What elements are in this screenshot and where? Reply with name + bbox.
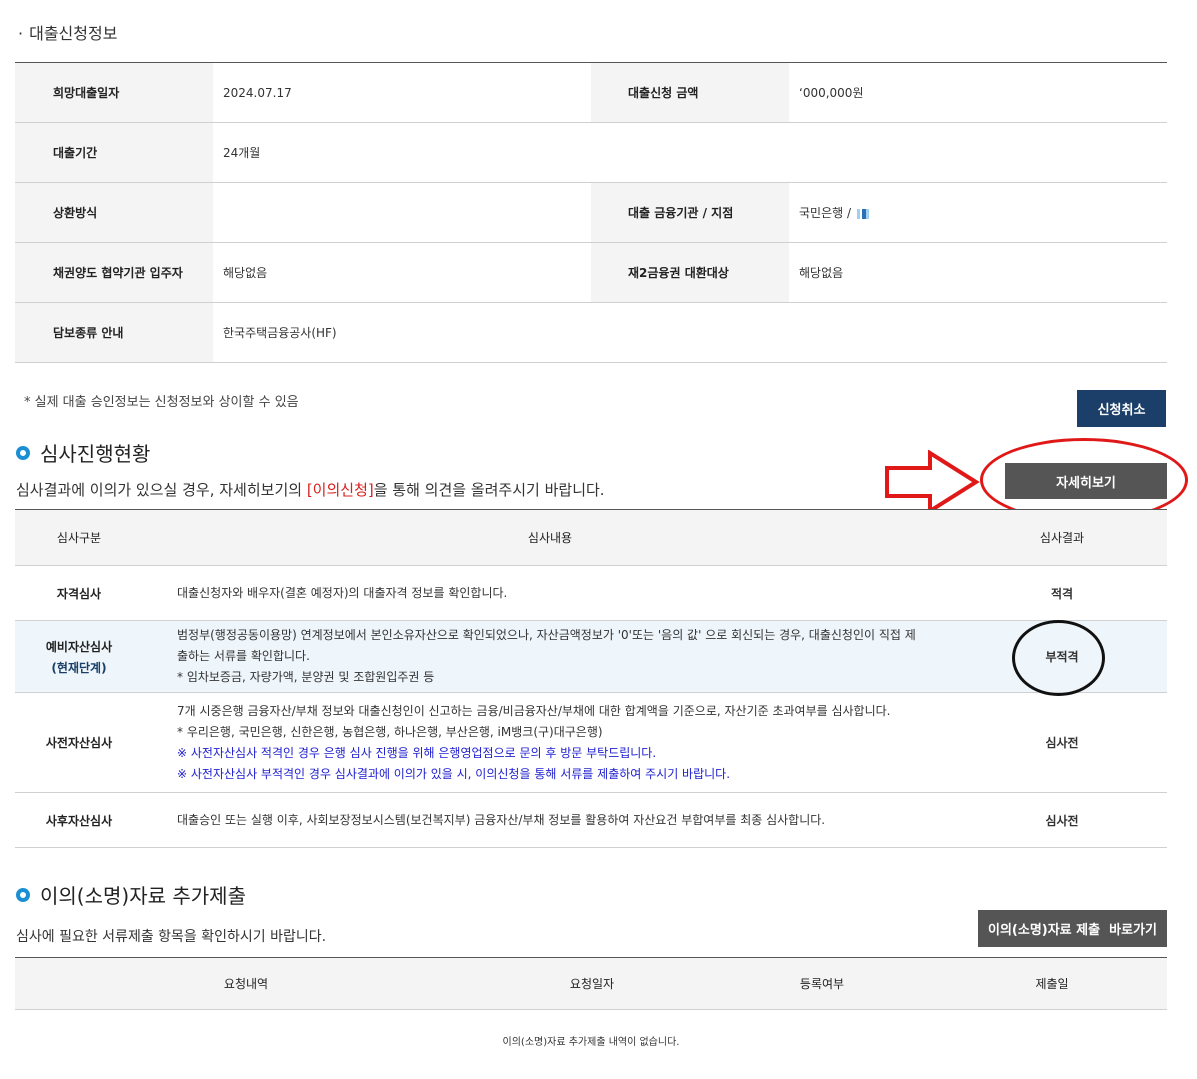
- review-description: 심사결과에 이의가 있으실 경우, 자세히보기의 [이의신청]을 통해 의견을 …: [16, 481, 605, 499]
- info-label: [591, 302, 789, 363]
- review-content-line: * 우리은행, 국민은행, 신한은행, 농협은행, 하나은행, 부산은행, iM…: [177, 724, 603, 739]
- info-label: [591, 122, 789, 183]
- info-value: 국민은행 /: [789, 182, 1167, 243]
- info-value: 24개월: [213, 122, 591, 183]
- review-category-label: 예비자산심사: [45, 639, 113, 654]
- info-row: 상환방식 대출 금융기관 / 지점 국민은행 /: [15, 182, 1167, 243]
- review-notice-line: ※ 사전자산심사 적격인 경우 은행 심사 진행을 위해 은행영업점으로 문의 …: [177, 745, 657, 760]
- header-request-date: 요청일자: [477, 957, 707, 1010]
- review-content-line: 범정부(행정공동이용망) 연계정보에서 본인소유자산으로 확인되었으나, 자산금…: [177, 628, 916, 642]
- review-row: 예비자산심사 (현재단계) 범정부(행정공동이용망) 연계정보에서 본인소유자산으로…: [15, 620, 1167, 693]
- info-label: 담보종류 안내: [15, 302, 213, 363]
- info-value: [213, 182, 591, 243]
- info-row: 담보종류 안내 한국주택금융공사(HF): [15, 302, 1167, 363]
- review-content: 7개 시중은행 금융자산/부채 정보와 대출신청인이 신고하는 금융/비금융자산…: [143, 692, 957, 793]
- review-content-line: 대출신청자와 배우자(결혼 예정자)의 대출자격 정보를 확인합니다.: [177, 585, 508, 600]
- review-category: 사전자산심사: [15, 692, 143, 793]
- review-content-line: 대출승인 또는 실행 이후, 사회보장정보시스템(보건복지부) 금융자산/부채 …: [177, 812, 826, 827]
- info-label: 희망대출일자: [15, 62, 213, 123]
- review-row: 사전자산심사 7개 시중은행 금융자산/부채 정보와 대출신청인이 신고하는 금융…: [15, 692, 1167, 793]
- review-result: 심사전: [957, 792, 1167, 848]
- review-category: 자격심사: [15, 565, 143, 621]
- cancel-application-button[interactable]: 신청취소: [1077, 390, 1166, 427]
- review-row: 사후자산심사 대출승인 또는 실행 이후, 사회보장정보시스템(보건복지부) 금융…: [15, 792, 1167, 848]
- review-content: 범정부(행정공동이용망) 연계정보에서 본인소유자산으로 확인되었으나, 자산금…: [143, 620, 957, 693]
- info-label: 대출기간: [15, 122, 213, 183]
- info-label: 대출신청 금액: [591, 62, 789, 123]
- info-row: 대출기간 24개월: [15, 122, 1167, 183]
- review-notice-line: ※ 사전자산심사 부적격인 경우 심사결과에 이의가 있을 시, 이의신청을 통…: [177, 766, 731, 781]
- objection-description: 심사에 필요한 서류제출 항목을 확인하시기 바랍니다.: [16, 929, 327, 945]
- info-value: 해당없음: [789, 242, 1167, 303]
- red-arrow-annotation-icon: [885, 450, 980, 514]
- review-content: 대출신청자와 배우자(결혼 예정자)의 대출자격 정보를 확인합니다.: [143, 565, 957, 621]
- header-content: 심사내용: [143, 509, 957, 566]
- review-category: 사후자산심사: [15, 792, 143, 848]
- circle-bullet-icon: [16, 445, 30, 460]
- info-label: 대출 금융기관 / 지점: [591, 182, 789, 243]
- review-row: 자격심사 대출신청자와 배우자(결혼 예정자)의 대출자격 정보를 확인합니다. 적…: [15, 565, 1167, 621]
- review-table: 심사구분 심사내용 심사결과 자격심사 대출신청자와 배우자(결혼 예정자)의 대…: [15, 509, 1167, 848]
- loan-info-title: · 대출신청정보: [18, 24, 118, 43]
- objection-highlight: [이의신청]: [306, 481, 374, 499]
- current-stage-label: (현재단계): [51, 660, 107, 675]
- circle-bullet-icon: [16, 887, 30, 902]
- review-category-label: 사전자산심사: [45, 736, 113, 750]
- review-content-line: 7개 시중은행 금융자산/부채 정보와 대출신청인이 신고하는 금융/비금융자산…: [177, 703, 891, 718]
- info-value: 한국주택금융공사(HF): [213, 302, 591, 363]
- review-content-line: 출하는 서류를 확인합니다.: [177, 649, 310, 663]
- info-label: 재2금융권 대환대상: [591, 242, 789, 303]
- review-status-heading: 심사진행현황: [16, 438, 150, 467]
- loan-info-table: 희망대출일자 2024.07.17 대출신청 금액 ʻ000,000원 대출기간 24개월…: [15, 62, 1167, 363]
- info-label: 채권양도 협약기관 입주자: [15, 242, 213, 303]
- disclaimer-note: * 실제 대출 승인정보는 신청정보와 상이할 수 있음: [24, 395, 299, 410]
- review-category: 예비자산심사 (현재단계): [15, 620, 143, 693]
- info-row: 채권양도 협약기관 입주자 해당없음 재2금융권 대환대상 해당없음: [15, 242, 1167, 303]
- review-content: 대출승인 또는 실행 이후, 사회보장정보시스템(보건복지부) 금융자산/부채 …: [143, 792, 957, 848]
- header-category: 심사구분: [15, 509, 143, 566]
- review-category-label: 사후자산심사: [45, 813, 113, 828]
- info-value: 해당없음: [213, 242, 591, 303]
- empty-message: 이의(소명)자료 추가제출 내역이 없습니다.: [502, 1037, 680, 1048]
- review-category-label: 자격심사: [56, 586, 102, 601]
- redacted-branch-icon: [856, 208, 869, 219]
- info-label: 상환방식: [15, 182, 213, 243]
- review-content-line: * 임차보증금, 자량가액, 분양권 및 조합원입주권 등: [177, 670, 435, 684]
- review-result[interactable]: 적격: [957, 565, 1167, 621]
- header-request: 요청내역: [15, 957, 477, 1010]
- info-value: [789, 302, 1167, 363]
- objection-request-table: 요청내역 요청일자 등록여부 제출일: [15, 957, 1167, 1010]
- review-result: 심사전: [957, 692, 1167, 793]
- info-value: 2024.07.17: [213, 62, 591, 123]
- header-submit-date: 제출일: [937, 957, 1167, 1010]
- objection-heading: 이의(소명)자료 추가제출: [16, 880, 246, 909]
- black-circle-annotation: [1012, 620, 1105, 696]
- info-value: ʻ000,000원: [789, 62, 1167, 123]
- info-row: 희망대출일자 2024.07.17 대출신청 금액 ʻ000,000원: [15, 62, 1167, 123]
- header-registered: 등록여부: [707, 957, 937, 1010]
- objection-submit-button[interactable]: 이의(소명)자료 제출 바로가기: [978, 910, 1167, 947]
- info-value: [789, 122, 1167, 183]
- header-result: 심사결과: [957, 509, 1167, 566]
